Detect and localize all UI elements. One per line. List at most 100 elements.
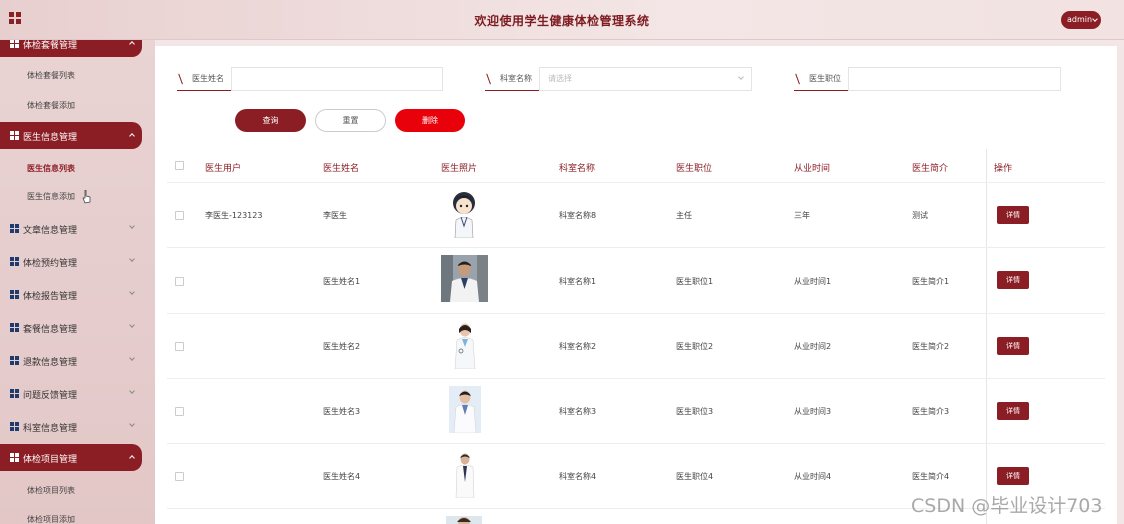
sidebar-item-package-list[interactable]: 体检套餐列表 bbox=[27, 70, 75, 81]
sidebar-item-exam-add[interactable]: 体检项目添加 bbox=[27, 514, 75, 524]
grid-icon bbox=[10, 224, 19, 233]
chevron-up-icon bbox=[129, 41, 135, 47]
chevron-up-icon bbox=[129, 455, 135, 461]
detail-button[interactable]: 详情 bbox=[997, 206, 1029, 224]
mouse-pointer-icon bbox=[82, 190, 91, 204]
doctor-name-input[interactable] bbox=[231, 67, 443, 91]
sidebar-group-package[interactable]: 体检套餐管理 bbox=[0, 40, 142, 57]
grid-icon bbox=[10, 453, 19, 462]
sidebar-item-doctor-add[interactable]: 医生信息添加 bbox=[27, 191, 75, 202]
filter-label-text: 医生职位 bbox=[809, 74, 841, 83]
cell-name: 医生姓名4 bbox=[323, 472, 361, 481]
chevron-down-icon bbox=[129, 388, 135, 394]
chevron-down-icon bbox=[129, 421, 135, 427]
admin-user-menu[interactable]: admin bbox=[1061, 11, 1101, 29]
sidebar-group-label: 医生信息管理 bbox=[23, 133, 78, 143]
select-placeholder: 请选择 bbox=[548, 74, 572, 83]
row-checkbox[interactable] bbox=[175, 211, 184, 220]
cell-years: 从业时间2 bbox=[794, 342, 832, 351]
sidebar-group-label: 问题反馈管理 bbox=[23, 391, 78, 401]
sidebar-group-article[interactable]: 文章信息管理 bbox=[0, 215, 142, 242]
row-checkbox[interactable] bbox=[175, 472, 184, 481]
select-all-checkbox[interactable] bbox=[175, 161, 184, 170]
grid-icon bbox=[10, 131, 19, 140]
col-header-name: 医生姓名 bbox=[323, 164, 360, 174]
cell-department: 科室名称3 bbox=[559, 407, 597, 416]
col-header-department: 科室名称 bbox=[559, 164, 596, 174]
detail-button[interactable]: 详情 bbox=[997, 467, 1029, 485]
sidebar-group-label: 退款信息管理 bbox=[23, 358, 78, 368]
admin-label: admin bbox=[1067, 15, 1093, 24]
row-checkbox[interactable] bbox=[175, 342, 184, 351]
sidebar-group-department[interactable]: 科室信息管理 bbox=[0, 413, 142, 440]
filter-label-text: 医生姓名 bbox=[192, 74, 224, 83]
col-header-intro: 医生简介 bbox=[912, 164, 949, 174]
cell-department: 科室名称2 bbox=[559, 342, 597, 351]
doctor-photo-cartoon bbox=[453, 192, 475, 238]
cell-intro: 医生简介4 bbox=[912, 472, 950, 481]
sidebar-group-feedback[interactable]: 问题反馈管理 bbox=[0, 380, 142, 407]
column-divider bbox=[986, 149, 987, 524]
doctor-photo bbox=[451, 452, 479, 498]
col-header-user: 医生用户 bbox=[205, 164, 242, 174]
sidebar-group-report[interactable]: 体检报告管理 bbox=[0, 281, 142, 308]
row-divider bbox=[167, 247, 1105, 248]
sidebar-group-label: 科室信息管理 bbox=[23, 424, 78, 434]
sidebar-group-refund[interactable]: 退款信息管理 bbox=[0, 347, 142, 374]
col-header-actions: 操作 bbox=[994, 164, 1013, 174]
cell-intro: 测试 bbox=[912, 211, 928, 220]
detail-button[interactable]: 详情 bbox=[997, 402, 1029, 420]
cell-department: 科室名称4 bbox=[559, 472, 597, 481]
row-checkbox[interactable] bbox=[175, 277, 184, 286]
col-header-photo: 医生照片 bbox=[441, 164, 478, 174]
cell-department: 科室名称1 bbox=[559, 277, 597, 286]
cell-title: 医生职位2 bbox=[676, 342, 714, 351]
row-divider bbox=[167, 443, 1105, 444]
cell-intro: 医生简介2 bbox=[912, 342, 950, 351]
sidebar-group-exam-item[interactable]: 体检项目管理 bbox=[0, 444, 142, 471]
cell-years: 从业时间3 bbox=[794, 407, 832, 416]
grid-icon bbox=[10, 422, 19, 431]
pen-icon bbox=[486, 72, 494, 85]
cell-name: 医生姓名3 bbox=[323, 407, 361, 416]
chevron-down-icon bbox=[129, 289, 135, 295]
sidebar-group-doctor[interactable]: 医生信息管理 bbox=[0, 122, 142, 149]
chevron-down-icon bbox=[738, 74, 744, 80]
doctor-photo bbox=[449, 386, 481, 433]
chevron-down-icon bbox=[129, 355, 135, 361]
watermark: CSDN @毕业设计703 bbox=[911, 495, 1103, 517]
row-divider bbox=[167, 313, 1105, 314]
col-header-years: 从业时间 bbox=[794, 164, 831, 174]
cell-intro: 医生简介1 bbox=[912, 277, 950, 286]
pen-icon bbox=[178, 72, 186, 85]
title-input[interactable] bbox=[848, 67, 1061, 91]
sidebar-group-package-info[interactable]: 套餐信息管理 bbox=[0, 314, 142, 341]
cell-title: 医生职位1 bbox=[676, 277, 714, 286]
cell-user: 李医生-123123 bbox=[205, 211, 263, 220]
detail-button[interactable]: 详情 bbox=[997, 337, 1029, 355]
row-divider bbox=[167, 378, 1105, 379]
grid-icon bbox=[10, 290, 19, 299]
sidebar-item-doctor-list[interactable]: 医生信息列表 bbox=[27, 163, 75, 174]
chevron-down-icon bbox=[1092, 16, 1098, 22]
reset-button[interactable]: 重置 bbox=[315, 109, 386, 132]
top-header: 欢迎使用学生健康体检管理系统 admin bbox=[0, 0, 1124, 40]
detail-button[interactable]: 详情 bbox=[997, 271, 1029, 289]
row-checkbox[interactable] bbox=[175, 407, 184, 416]
grid-icon bbox=[10, 356, 19, 365]
delete-button[interactable]: 删除 bbox=[395, 109, 465, 132]
cell-years: 三年 bbox=[794, 211, 810, 220]
sidebar-item-package-add[interactable]: 体检套餐添加 bbox=[27, 100, 75, 111]
sidebar-group-label: 文章信息管理 bbox=[23, 226, 78, 236]
query-button[interactable]: 查询 bbox=[235, 109, 306, 132]
chevron-down-icon bbox=[129, 322, 135, 328]
department-select[interactable]: 请选择 bbox=[539, 67, 752, 91]
sidebar-group-label: 体检套餐管理 bbox=[23, 41, 78, 51]
sidebar-group-label: 体检预约管理 bbox=[23, 259, 78, 269]
chevron-down-icon bbox=[129, 256, 135, 262]
department-filter-label: 科室名称 bbox=[485, 67, 539, 91]
sidebar-item-exam-list[interactable]: 体检项目列表 bbox=[27, 485, 75, 496]
sidebar-group-appointment[interactable]: 体检预约管理 bbox=[0, 248, 142, 275]
grid-icon bbox=[10, 323, 19, 332]
cell-name: 李医生 bbox=[323, 211, 347, 220]
